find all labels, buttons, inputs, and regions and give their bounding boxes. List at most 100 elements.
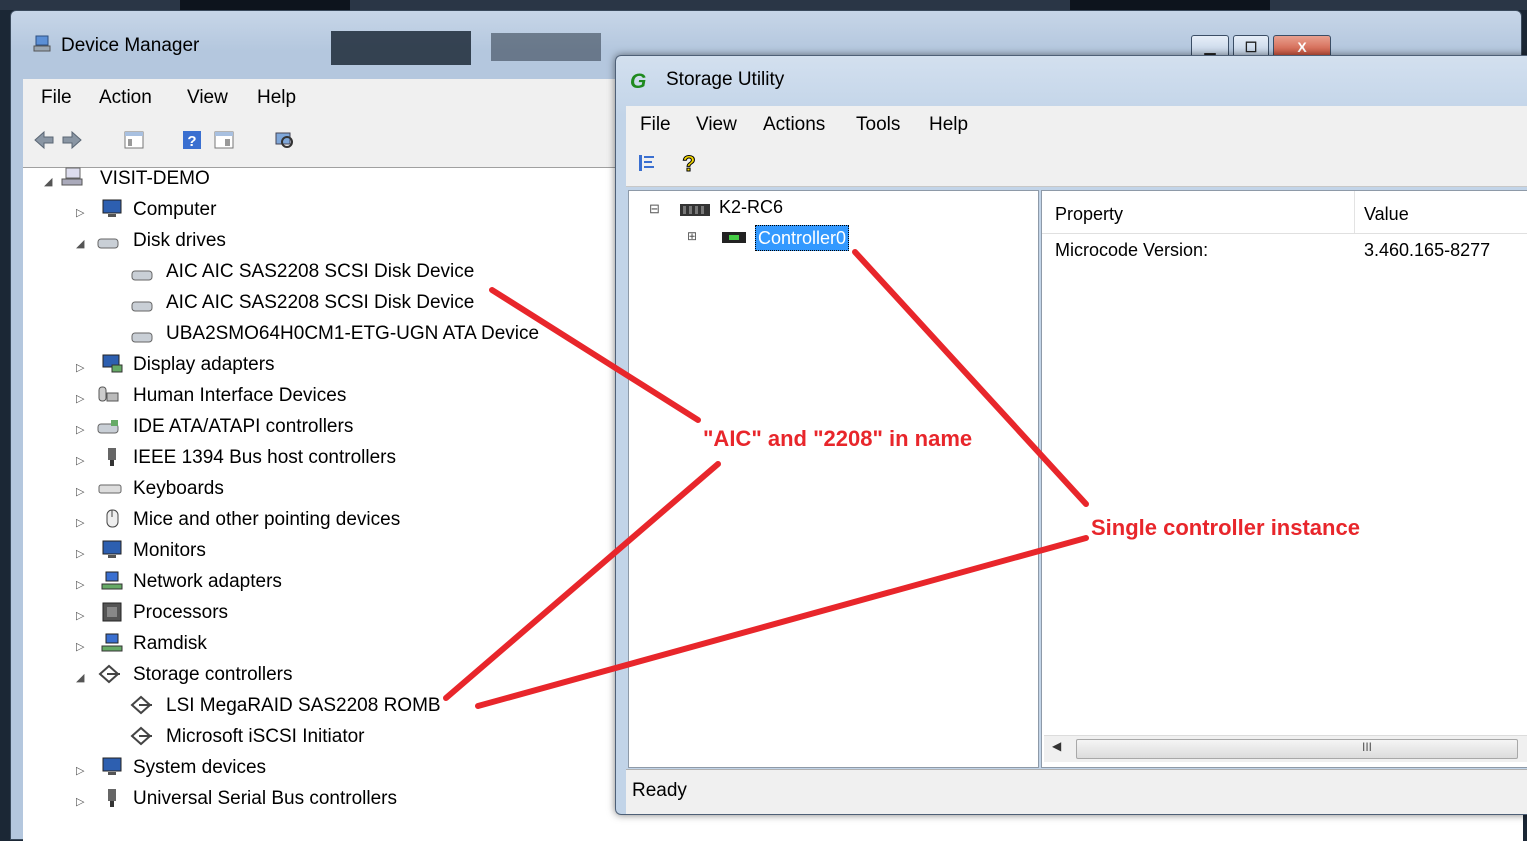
display-adapter-icon [102,354,123,373]
question-help-icon[interactable]: ? [678,152,700,174]
menu-help[interactable]: Help [257,87,296,109]
expand-arrow-icon[interactable]: ▷ [76,485,84,498]
storage-utility-toolbar: ? [626,142,1527,187]
tree-node-system-devices[interactable]: System devices [133,755,266,781]
menu-file[interactable]: File [41,87,72,109]
tree-view-icon[interactable] [636,152,658,174]
properties-icon[interactable] [213,129,235,151]
grid-header: Property Value [1042,191,1527,234]
computer-icon [61,167,83,186]
tree-node-processors[interactable]: Processors [133,600,228,626]
tree-node-display-adapters[interactable]: Display adapters [133,352,275,378]
network-adapter-icon [101,571,123,590]
monitor-icon [102,540,122,558]
expand-arrow-icon[interactable]: ▷ [76,547,84,560]
disk-drive-icon [97,238,119,249]
expand-arrow-icon[interactable]: ▷ [76,206,84,219]
expand-arrow-icon[interactable]: ▷ [76,795,84,808]
expand-arrow-icon[interactable]: ▷ [76,361,84,374]
hid-icon [98,386,119,402]
tree-node-ide[interactable]: IDE ATA/ATAPI controllers [133,414,353,440]
svg-text:?: ? [682,152,695,174]
tree-node-lsi-megaraid[interactable]: LSI MegaRAID SAS2208 ROMB [166,693,441,719]
expand-arrow-icon[interactable]: ▷ [76,640,84,653]
tree-node-controller0[interactable]: Controller0 [755,225,850,251]
storage-controller-icon [98,664,120,684]
svg-text:?: ? [187,133,196,150]
tree-node-network[interactable]: Network adapters [133,569,282,595]
horizontal-scrollbar[interactable]: ◀ III [1044,735,1527,762]
back-arrow-icon[interactable] [33,129,55,151]
tree-node-keyboards[interactable]: Keyboards [133,476,224,502]
storage-controller-icon [130,695,152,715]
expand-arrow-icon[interactable]: ▷ [76,609,84,622]
su-menu-help[interactable]: Help [929,114,968,136]
tree-node-iscsi[interactable]: Microsoft iSCSI Initiator [166,724,365,750]
scan-hardware-icon[interactable] [273,129,295,151]
expand-arrow-icon[interactable]: ▷ [76,392,84,405]
scroll-thumb[interactable]: III [1076,739,1518,759]
tree-node-computer[interactable]: Computer [133,197,216,223]
tree-node-mice[interactable]: Mice and other pointing devices [133,507,400,533]
expand-arrow-icon[interactable]: ▷ [76,516,84,529]
ieee1394-icon [108,448,116,466]
collapse-arrow-icon[interactable]: ◢ [44,175,52,188]
expand-arrow-icon[interactable]: ▷ [76,764,84,777]
expand-arrow-icon[interactable]: ▷ [76,454,84,467]
tree-node-disk-2[interactable]: AIC AIC SAS2208 SCSI Disk Device [166,290,474,316]
show-hide-tree-icon[interactable] [123,129,145,151]
raid-chassis-icon [680,204,710,216]
controller-tree: ⊟ K2-RC6 ⊞ Controller0 [628,190,1039,768]
su-menu-view[interactable]: View [696,114,737,136]
help-icon[interactable]: ? [181,129,203,151]
su-menu-tools[interactable]: Tools [856,114,900,136]
expand-arrow-icon[interactable]: ▷ [76,578,84,591]
blurred-region [491,33,601,61]
scroll-left-arrow-icon[interactable]: ◀ [1052,739,1061,753]
tree-node-hid[interactable]: Human Interface Devices [133,383,346,409]
annotation-single-controller: Single controller instance [1091,515,1360,540]
property-grid: Property Value Microcode Version: 3.460.… [1041,190,1527,768]
monitor-icon [102,199,122,217]
storage-utility-title: Storage Utility [666,69,785,90]
tree-node-ramdisk[interactable]: Ramdisk [133,631,207,657]
tree-node-disk-3[interactable]: UBA2SMO64H0CM1-ETG-UGN ATA Device [166,321,539,347]
system-devices-icon [102,757,122,775]
scroll-grip: III [1362,740,1373,754]
menu-view[interactable]: View [187,87,228,109]
expand-box-icon[interactable]: ⊞ [687,229,697,243]
column-header-property[interactable]: Property [1055,204,1123,225]
processor-icon [102,602,122,622]
tree-node-ieee1394[interactable]: IEEE 1394 Bus host controllers [133,445,396,471]
tree-node-storage-controllers[interactable]: Storage controllers [133,662,292,688]
status-text: Ready [632,780,687,801]
mouse-icon [106,509,119,528]
tree-node-usb[interactable]: Universal Serial Bus controllers [133,786,397,812]
status-bar: Ready [626,769,1527,814]
column-divider[interactable] [1354,191,1355,233]
grid-cell-property: Microcode Version: [1055,240,1209,260]
expand-arrow-icon[interactable]: ▷ [76,423,84,436]
collapse-box-icon[interactable]: ⊟ [649,201,660,217]
controller-card-icon [722,232,746,243]
su-menu-actions[interactable]: Actions [763,114,825,136]
collapse-arrow-icon[interactable]: ◢ [76,671,84,684]
forward-arrow-icon[interactable] [61,129,83,151]
tree-node-k2-rc6[interactable]: K2-RC6 [719,197,783,218]
tree-node-monitors[interactable]: Monitors [133,538,206,564]
column-header-value[interactable]: Value [1364,204,1409,225]
usb-icon [108,789,116,807]
disk-drive-icon [131,270,153,281]
collapse-arrow-icon[interactable]: ◢ [76,237,84,250]
menu-action[interactable]: Action [99,87,152,109]
desktop-top-strip [0,0,1527,10]
tree-node-root[interactable]: VISIT-DEMO [100,166,210,192]
storage-utility-menubar: File View Actions Tools Help [626,106,1527,142]
disk-drive-icon [131,332,153,343]
tree-node-disk-drives[interactable]: Disk drives [133,228,226,254]
annotation-aic-2208: "AIC" and "2208" in name [703,426,973,451]
grid-cell-value: 3.460.165-8277 [1364,240,1491,260]
su-menu-file[interactable]: File [640,114,671,136]
tree-node-disk-1[interactable]: AIC AIC SAS2208 SCSI Disk Device [166,259,474,285]
ide-controller-icon [97,420,119,434]
